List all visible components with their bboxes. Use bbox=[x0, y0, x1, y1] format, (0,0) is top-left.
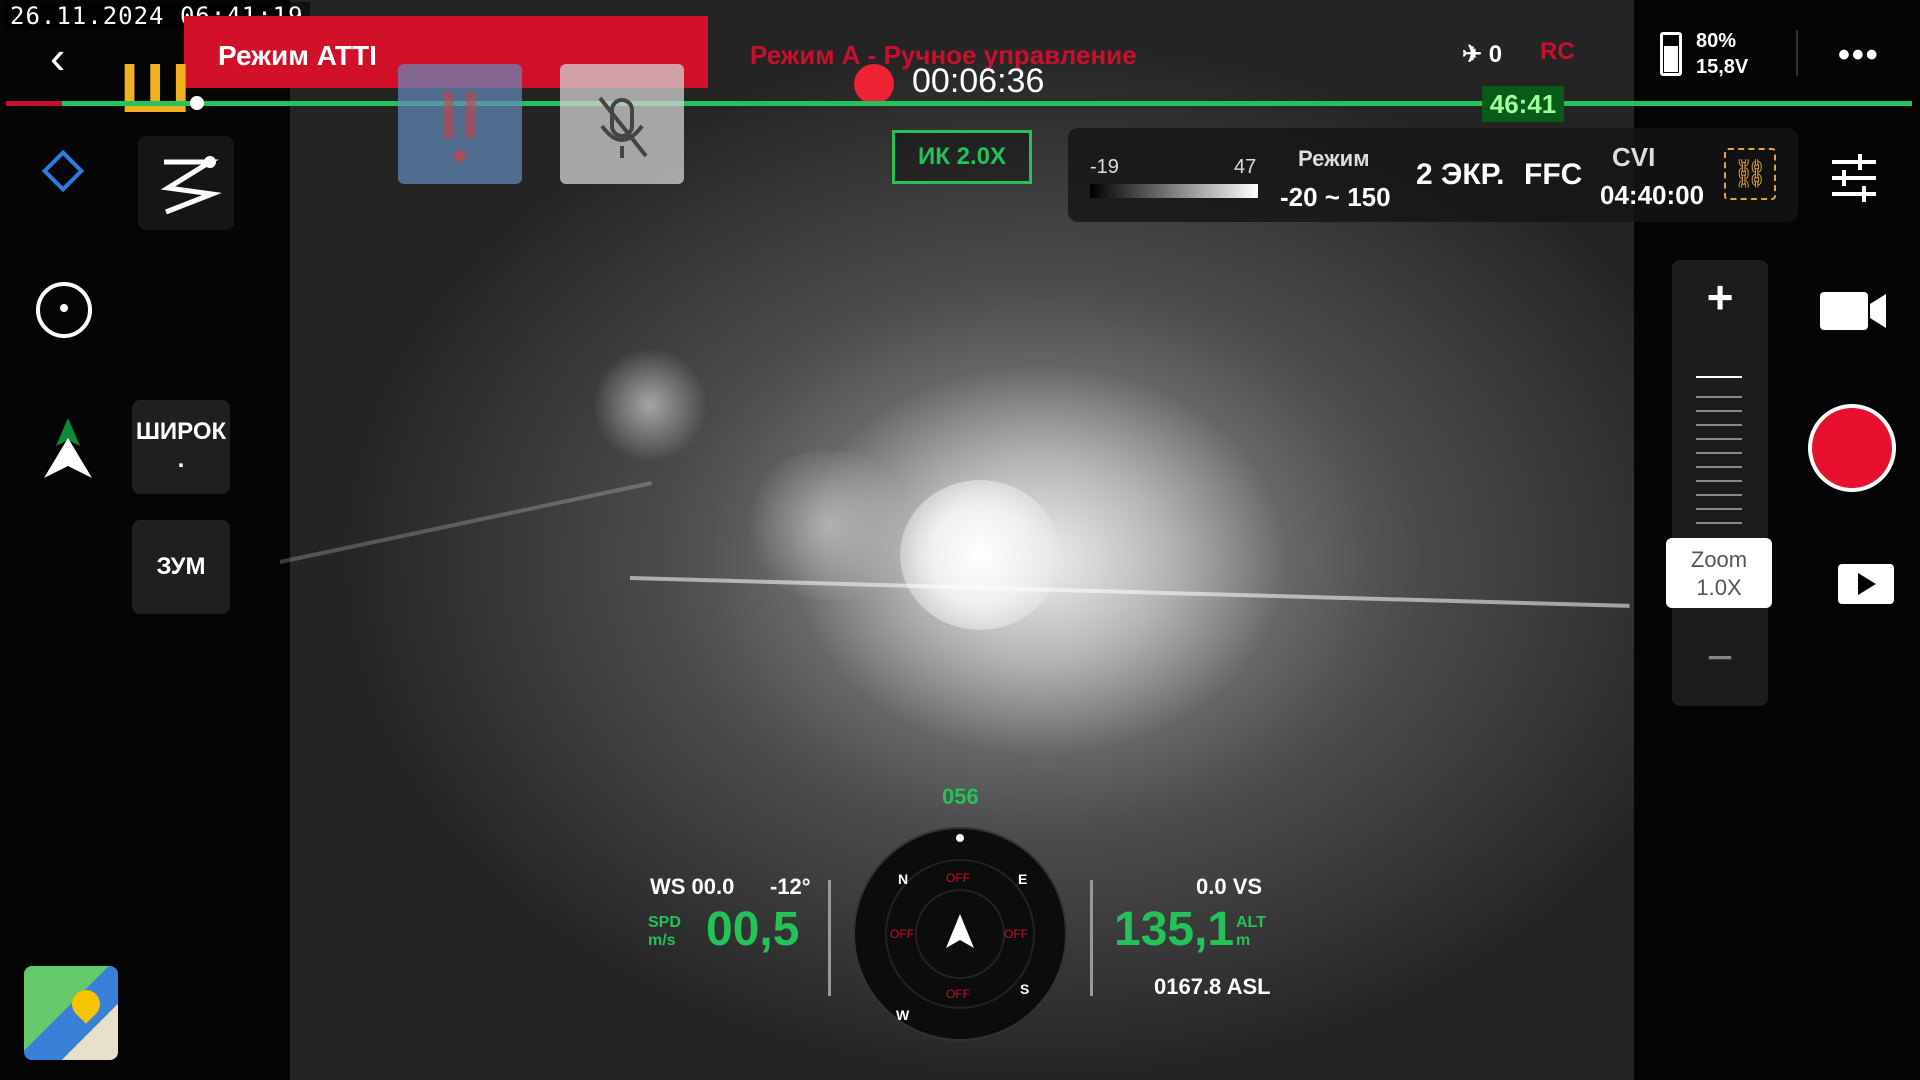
storage-time-remaining: 04:40:00 bbox=[1600, 180, 1705, 210]
compass-n: N bbox=[898, 871, 908, 887]
compass-w: W bbox=[896, 1007, 910, 1023]
battery-status: 80% 15,8V bbox=[1696, 28, 1748, 80]
hud-wind-speed: WS 00.0 bbox=[650, 874, 735, 899]
compass-s: S bbox=[1020, 981, 1029, 997]
play-icon bbox=[1858, 573, 1876, 595]
hud-altitude-scale bbox=[1090, 880, 1093, 996]
mic-off-icon bbox=[598, 96, 648, 158]
explosion-flash bbox=[900, 480, 1060, 630]
zoom-tick bbox=[1696, 438, 1742, 440]
pause-icon bbox=[444, 92, 476, 162]
hud-speed: 00,5 bbox=[706, 903, 800, 956]
hud-altitude: 135,1 bbox=[1114, 903, 1235, 956]
divider bbox=[1796, 30, 1798, 76]
video-camera-icon[interactable] bbox=[1818, 290, 1888, 337]
zoom-tick bbox=[1696, 410, 1742, 412]
zoom-level-badge[interactable]: Zoom 1.0X bbox=[1666, 538, 1772, 608]
compass-e: E bbox=[1018, 871, 1027, 887]
zoom-tick bbox=[1696, 452, 1742, 454]
ir-zoom-indicator[interactable]: ИК 2.0X bbox=[892, 130, 1032, 184]
battery-voltage: 15,8V bbox=[1696, 56, 1749, 78]
road-line bbox=[629, 576, 1630, 608]
poi-target-dot bbox=[60, 304, 68, 312]
thermal-settings-panel: -19 47 Режим -20 ~ 150 2 ЭКР. FFC CVI 04… bbox=[1068, 128, 1798, 222]
camera-settings-sliders-icon[interactable] bbox=[1826, 150, 1882, 211]
hud-compass: N E S W OFF OFF OFF OFF bbox=[850, 824, 1070, 1049]
hud-speed-unit: SPD m/s bbox=[648, 914, 681, 950]
hud-gimbal-pitch: -12° bbox=[770, 874, 811, 899]
hud-altitude-unit-m: m bbox=[1236, 932, 1251, 949]
thermal-max-temp: 47 bbox=[1234, 156, 1257, 178]
thermal-min-temp: -19 bbox=[1090, 156, 1119, 178]
battery-percent: 80% bbox=[1696, 30, 1737, 52]
satellite-icon: ✈ bbox=[1462, 41, 1483, 68]
obstacle-left-off: OFF bbox=[890, 927, 914, 941]
zoom-level-value: 1.0X bbox=[1696, 575, 1742, 600]
more-horizontal-icon[interactable]: ••• bbox=[1838, 36, 1880, 75]
rc-signal: RC bbox=[1540, 38, 1575, 65]
recording-indicator-icon bbox=[854, 64, 894, 104]
recording-time: 00:06:36 bbox=[912, 62, 1045, 100]
pause-mission-button[interactable] bbox=[398, 64, 522, 184]
zoom-tick bbox=[1696, 494, 1742, 496]
hud-altitude-unit-alt: ALT bbox=[1236, 914, 1266, 931]
battery-timeline-bar bbox=[6, 101, 1912, 106]
obstacle-rear-off: OFF bbox=[946, 987, 970, 1001]
zoom-tick bbox=[1696, 508, 1742, 510]
hud-vertical-speed: 0.0 VS bbox=[1196, 874, 1263, 899]
hud-asl-altitude: 0167.8 ASL bbox=[1154, 974, 1271, 999]
map-button[interactable] bbox=[24, 966, 118, 1060]
battery-timeline-used bbox=[6, 101, 62, 106]
zoom-tick bbox=[1696, 522, 1742, 524]
smoke-cloud bbox=[740, 450, 920, 600]
ffc-button[interactable]: FFC bbox=[1524, 158, 1582, 192]
zoom-in-button[interactable]: + bbox=[1672, 270, 1768, 324]
zoom-tick bbox=[1696, 396, 1742, 398]
cvi-label: CVI bbox=[1612, 142, 1656, 172]
wide-camera-label: ШИРОК bbox=[135, 418, 227, 445]
zoom-tick bbox=[1696, 424, 1742, 426]
mute-microphone-button[interactable] bbox=[560, 64, 684, 184]
zoom-level-label: Zoom bbox=[1690, 547, 1748, 572]
navigation-arrow-icon[interactable] bbox=[40, 418, 96, 489]
remaining-flight-time: 46:41 bbox=[1482, 86, 1564, 122]
chevron-left-icon[interactable]: ‹ bbox=[50, 30, 65, 84]
zoom-tick bbox=[1696, 466, 1742, 468]
satellite-count-value: 0 bbox=[1488, 41, 1503, 68]
record-button[interactable] bbox=[1808, 404, 1896, 492]
obstacle-right-off: OFF bbox=[1004, 927, 1028, 941]
satellite-count: ✈ 0 bbox=[1462, 40, 1502, 69]
hud-speed-scale bbox=[828, 880, 831, 996]
wide-camera-button[interactable]: ШИРОК . bbox=[132, 400, 230, 494]
hud-speed-unit-ms: m/s bbox=[648, 932, 676, 949]
ar-waypoint-diamond-icon[interactable] bbox=[41, 149, 85, 193]
smoke-plume bbox=[590, 350, 710, 460]
route-path-icon bbox=[160, 156, 222, 215]
hud-speed-unit-spd: SPD bbox=[648, 914, 681, 931]
zoom-tick bbox=[1696, 480, 1742, 482]
trident-emblem-icon: Ш bbox=[120, 49, 191, 127]
track-line bbox=[279, 481, 653, 564]
battery-level-fill bbox=[1664, 46, 1678, 72]
wide-camera-sub: . bbox=[177, 446, 185, 473]
hud-altitude-unit: ALT m bbox=[1236, 914, 1266, 950]
zoom-tick bbox=[1696, 376, 1742, 378]
thermal-range-button[interactable]: -20 ~ 150 bbox=[1280, 182, 1391, 213]
route-button[interactable] bbox=[138, 136, 234, 230]
thermal-palette-gradient bbox=[1090, 184, 1258, 198]
zoom-out-button[interactable]: − bbox=[1672, 630, 1768, 684]
battery-timeline-marker bbox=[190, 96, 204, 110]
link-icon[interactable]: ⛓ bbox=[1724, 148, 1776, 200]
obstacle-front-off: OFF bbox=[946, 871, 970, 885]
thermal-mode-label: Режим bbox=[1298, 146, 1370, 171]
hud-heading: 056 bbox=[942, 784, 979, 809]
screen-mode-button[interactable]: 2 ЭКР. bbox=[1416, 158, 1505, 192]
zoom-camera-button[interactable]: ЗУМ bbox=[132, 520, 230, 614]
